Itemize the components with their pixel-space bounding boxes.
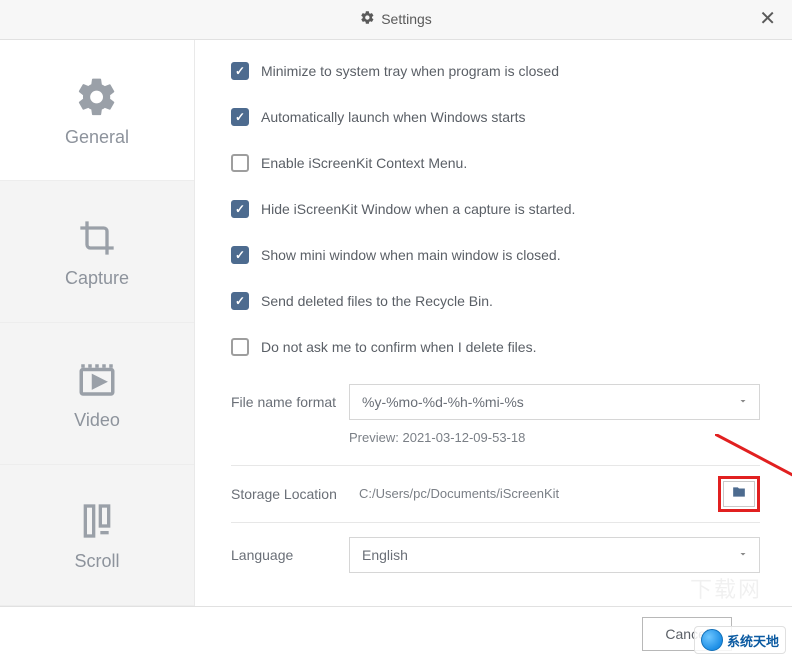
storage-path: C:/Users/pc/Documents/iScreenKit <box>349 486 718 501</box>
form-label: Storage Location <box>231 486 349 502</box>
settings-window: Settings ✕ General Capture Vi <box>0 0 792 660</box>
sidebar: General Capture Video Scroll <box>0 40 195 606</box>
sidebar-item-label: General <box>65 127 129 148</box>
chevron-down-icon <box>737 394 749 410</box>
filename-preview: Preview: 2021-03-12-09-53-18 <box>349 430 760 445</box>
checkbox[interactable] <box>231 154 249 172</box>
file-name-format-select[interactable]: %y-%mo-%d-%h-%mi-%s <box>349 384 760 420</box>
storage-location-row: Storage Location C:/Users/pc/Documents/i… <box>231 465 760 523</box>
watermark-text: 系统天地 <box>727 631 779 650</box>
option-auto-launch: Automatically launch when Windows starts <box>231 108 760 126</box>
form-label: Language <box>231 547 349 563</box>
checkbox[interactable] <box>231 292 249 310</box>
window-title-text: Settings <box>381 11 432 27</box>
preview-label: Preview: <box>349 430 399 445</box>
sidebar-item-scroll[interactable]: Scroll <box>0 465 194 607</box>
option-minimize-tray: Minimize to system tray when program is … <box>231 62 760 80</box>
option-hide-on-capture: Hide iScreenKit Window when a capture is… <box>231 200 760 218</box>
language-row: Language English <box>231 537 760 573</box>
form-label: File name format <box>231 394 349 410</box>
sidebar-item-general[interactable]: General <box>0 40 194 182</box>
option-context-menu: Enable iScreenKit Context Menu. <box>231 154 760 172</box>
window-title: Settings <box>360 10 432 28</box>
scroll-icon <box>73 497 121 545</box>
option-label: Show mini window when main window is clo… <box>261 247 561 263</box>
select-value: English <box>362 547 408 563</box>
preview-value: 2021-03-12-09-53-18 <box>402 430 525 445</box>
checkbox[interactable] <box>231 200 249 218</box>
sidebar-item-label: Video <box>74 410 120 431</box>
gear-icon <box>360 10 375 28</box>
select-value: %y-%mo-%d-%h-%mi-%s <box>362 394 524 410</box>
crop-icon <box>73 214 121 262</box>
file-name-format-row: File name format %y-%mo-%d-%h-%mi-%s <box>231 384 760 420</box>
body: General Capture Video Scroll <box>0 40 792 606</box>
option-label: Send deleted files to the Recycle Bin. <box>261 293 493 309</box>
option-recycle-bin: Send deleted files to the Recycle Bin. <box>231 292 760 310</box>
checkbox[interactable] <box>231 338 249 356</box>
checkbox[interactable] <box>231 62 249 80</box>
footer: Cancel <box>0 606 792 660</box>
close-icon[interactable]: ✕ <box>759 9 776 29</box>
option-label: Minimize to system tray when program is … <box>261 63 559 79</box>
video-icon <box>73 356 121 404</box>
option-label: Hide iScreenKit Window when a capture is… <box>261 201 575 217</box>
option-label: Enable iScreenKit Context Menu. <box>261 155 467 171</box>
annotation-highlight <box>718 476 760 512</box>
gear-icon <box>73 73 121 121</box>
browse-folder-button[interactable] <box>723 481 755 507</box>
watermark-badge: 系统天地 <box>694 626 786 654</box>
main-panel: Minimize to system tray when program is … <box>195 40 792 606</box>
titlebar: Settings ✕ <box>0 0 792 40</box>
sidebar-item-label: Scroll <box>74 551 119 572</box>
folder-icon <box>731 485 747 502</box>
sidebar-item-capture[interactable]: Capture <box>0 181 194 323</box>
language-select[interactable]: English <box>349 537 760 573</box>
option-confirm-delete: Do not ask me to confirm when I delete f… <box>231 338 760 356</box>
globe-icon <box>701 629 723 651</box>
option-show-mini: Show mini window when main window is clo… <box>231 246 760 264</box>
sidebar-item-video[interactable]: Video <box>0 323 194 465</box>
chevron-down-icon <box>737 547 749 563</box>
checkbox[interactable] <box>231 108 249 126</box>
option-label: Do not ask me to confirm when I delete f… <box>261 339 536 355</box>
sidebar-item-label: Capture <box>65 268 129 289</box>
checkbox[interactable] <box>231 246 249 264</box>
option-label: Automatically launch when Windows starts <box>261 109 526 125</box>
